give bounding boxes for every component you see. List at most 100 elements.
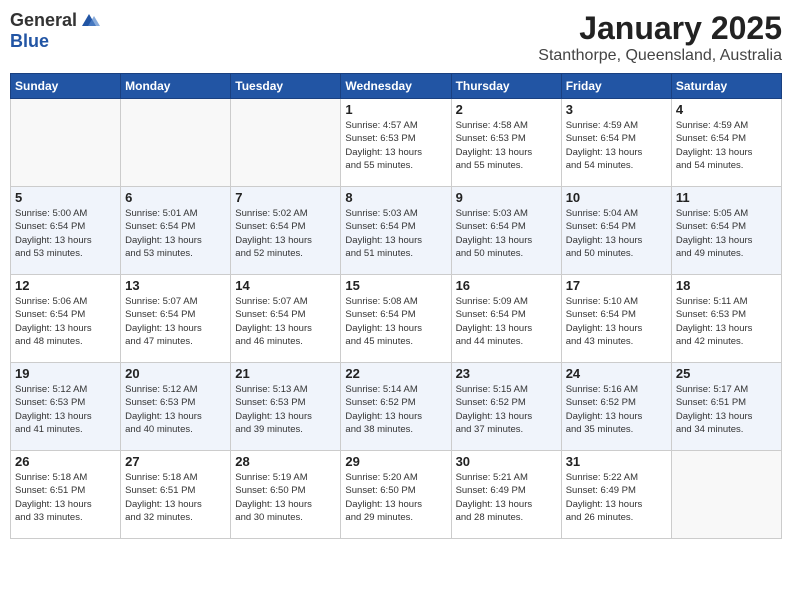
calendar-cell: 9 Sunrise: 5:03 AM Sunset: 6:54 PM Daylig… (451, 187, 561, 275)
calendar-day-header: Friday (561, 74, 671, 99)
day-number: 26 (15, 454, 116, 469)
day-number: 21 (235, 366, 336, 381)
day-info: Sunrise: 5:13 AM Sunset: 6:53 PM Dayligh… (235, 383, 336, 436)
calendar-cell: 5 Sunrise: 5:00 AM Sunset: 6:54 PM Daylig… (11, 187, 121, 275)
day-number: 4 (676, 102, 777, 117)
day-info: Sunrise: 5:17 AM Sunset: 6:51 PM Dayligh… (676, 383, 777, 436)
day-info: Sunrise: 5:12 AM Sunset: 6:53 PM Dayligh… (125, 383, 226, 436)
day-number: 22 (345, 366, 446, 381)
day-number: 5 (15, 190, 116, 205)
calendar-cell: 31Sunrise: 5:22 AM Sunset: 6:49 PM Dayli… (561, 451, 671, 539)
calendar-cell (11, 99, 121, 187)
calendar-cell: 27 Sunrise: 5:18 AM Sunset: 6:51 PM Dayli… (121, 451, 231, 539)
calendar-cell (231, 99, 341, 187)
calendar-cell: 24Sunrise: 5:16 AM Sunset: 6:52 PM Dayli… (561, 363, 671, 451)
title-block: January 2025 Stanthorpe, Queensland, Aus… (538, 10, 782, 65)
day-info: Sunrise: 5:07 AM Sunset: 6:54 PM Dayligh… (125, 295, 226, 348)
day-number: 17 (566, 278, 667, 293)
calendar-table: SundayMondayTuesdayWednesdayThursdayFrid… (10, 73, 782, 539)
calendar-cell: 30 Sunrise: 5:21 AM Sunset: 6:49 PM Dayli… (451, 451, 561, 539)
day-info: Sunrise: 5:06 AM Sunset: 6:54 PM Dayligh… (15, 295, 116, 348)
day-number: 29 (345, 454, 446, 469)
calendar-week-row: 12 Sunrise: 5:06 AM Sunset: 6:54 PM Dayli… (11, 275, 782, 363)
calendar-cell: 4Sunrise: 4:59 AM Sunset: 6:54 PM Daylig… (671, 99, 781, 187)
calendar-cell: 19 Sunrise: 5:12 AM Sunset: 6:53 PM Dayli… (11, 363, 121, 451)
calendar-cell: 3 Sunrise: 4:59 AM Sunset: 6:54 PM Daylig… (561, 99, 671, 187)
calendar-cell: 13 Sunrise: 5:07 AM Sunset: 6:54 PM Dayli… (121, 275, 231, 363)
calendar-day-header: Tuesday (231, 74, 341, 99)
day-info: Sunrise: 5:20 AM Sunset: 6:50 PM Dayligh… (345, 471, 446, 524)
day-number: 12 (15, 278, 116, 293)
day-number: 1 (345, 102, 446, 117)
day-info: Sunrise: 5:05 AM Sunset: 6:54 PM Dayligh… (676, 207, 777, 260)
day-info: Sunrise: 5:04 AM Sunset: 6:54 PM Dayligh… (566, 207, 667, 260)
calendar-cell (671, 451, 781, 539)
day-info: Sunrise: 5:18 AM Sunset: 6:51 PM Dayligh… (125, 471, 226, 524)
day-number: 10 (566, 190, 667, 205)
calendar-cell: 16Sunrise: 5:09 AM Sunset: 6:54 PM Dayli… (451, 275, 561, 363)
day-number: 25 (676, 366, 777, 381)
day-number: 2 (456, 102, 557, 117)
logo-icon (78, 12, 100, 30)
day-info: Sunrise: 5:21 AM Sunset: 6:49 PM Dayligh… (456, 471, 557, 524)
location-title: Stanthorpe, Queensland, Australia (538, 47, 782, 65)
day-info: Sunrise: 5:01 AM Sunset: 6:54 PM Dayligh… (125, 207, 226, 260)
day-number: 30 (456, 454, 557, 469)
calendar-week-row: 5 Sunrise: 5:00 AM Sunset: 6:54 PM Daylig… (11, 187, 782, 275)
calendar-cell: 14Sunrise: 5:07 AM Sunset: 6:54 PM Dayli… (231, 275, 341, 363)
day-info: Sunrise: 5:15 AM Sunset: 6:52 PM Dayligh… (456, 383, 557, 436)
day-info: Sunrise: 5:14 AM Sunset: 6:52 PM Dayligh… (345, 383, 446, 436)
day-info: Sunrise: 5:19 AM Sunset: 6:50 PM Dayligh… (235, 471, 336, 524)
calendar-cell: 29 Sunrise: 5:20 AM Sunset: 6:50 PM Dayli… (341, 451, 451, 539)
day-info: Sunrise: 4:59 AM Sunset: 6:54 PM Dayligh… (566, 119, 667, 172)
day-info: Sunrise: 4:58 AM Sunset: 6:53 PM Dayligh… (456, 119, 557, 172)
calendar-cell: 25 Sunrise: 5:17 AM Sunset: 6:51 PM Dayli… (671, 363, 781, 451)
calendar-cell: 10 Sunrise: 5:04 AM Sunset: 6:54 PM Dayli… (561, 187, 671, 275)
calendar-cell: 6 Sunrise: 5:01 AM Sunset: 6:54 PM Daylig… (121, 187, 231, 275)
calendar-cell: 26 Sunrise: 5:18 AM Sunset: 6:51 PM Dayli… (11, 451, 121, 539)
day-info: Sunrise: 5:02 AM Sunset: 6:54 PM Dayligh… (235, 207, 336, 260)
day-info: Sunrise: 5:18 AM Sunset: 6:51 PM Dayligh… (15, 471, 116, 524)
day-number: 27 (125, 454, 226, 469)
calendar-day-header: Wednesday (341, 74, 451, 99)
calendar-day-header: Thursday (451, 74, 561, 99)
calendar-day-header: Monday (121, 74, 231, 99)
day-number: 3 (566, 102, 667, 117)
day-number: 20 (125, 366, 226, 381)
calendar-cell: 28 Sunrise: 5:19 AM Sunset: 6:50 PM Dayli… (231, 451, 341, 539)
logo: General Blue (10, 10, 101, 52)
day-info: Sunrise: 5:10 AM Sunset: 6:54 PM Dayligh… (566, 295, 667, 348)
day-number: 18 (676, 278, 777, 293)
calendar-cell: 18Sunrise: 5:11 AM Sunset: 6:53 PM Dayli… (671, 275, 781, 363)
day-number: 7 (235, 190, 336, 205)
day-number: 28 (235, 454, 336, 469)
day-info: Sunrise: 5:03 AM Sunset: 6:54 PM Dayligh… (345, 207, 446, 260)
day-info: Sunrise: 5:16 AM Sunset: 6:52 PM Dayligh… (566, 383, 667, 436)
logo-general: General (10, 10, 77, 31)
calendar-day-header: Saturday (671, 74, 781, 99)
day-info: Sunrise: 5:09 AM Sunset: 6:54 PM Dayligh… (456, 295, 557, 348)
calendar-header-row: SundayMondayTuesdayWednesdayThursdayFrid… (11, 74, 782, 99)
day-info: Sunrise: 5:03 AM Sunset: 6:54 PM Dayligh… (456, 207, 557, 260)
day-number: 6 (125, 190, 226, 205)
month-title: January 2025 (538, 10, 782, 47)
page-header: General Blue January 2025 Stanthorpe, Qu… (10, 10, 782, 65)
calendar-cell: 7 Sunrise: 5:02 AM Sunset: 6:54 PM Daylig… (231, 187, 341, 275)
day-info: Sunrise: 5:00 AM Sunset: 6:54 PM Dayligh… (15, 207, 116, 260)
calendar-cell: 1 Sunrise: 4:57 AM Sunset: 6:53 PM Daylig… (341, 99, 451, 187)
calendar-week-row: 26 Sunrise: 5:18 AM Sunset: 6:51 PM Dayli… (11, 451, 782, 539)
day-number: 13 (125, 278, 226, 293)
logo-blue: Blue (10, 31, 49, 51)
calendar-cell: 23Sunrise: 5:15 AM Sunset: 6:52 PM Dayli… (451, 363, 561, 451)
calendar-cell: 20 Sunrise: 5:12 AM Sunset: 6:53 PM Dayli… (121, 363, 231, 451)
day-number: 9 (456, 190, 557, 205)
day-info: Sunrise: 5:07 AM Sunset: 6:54 PM Dayligh… (235, 295, 336, 348)
day-number: 19 (15, 366, 116, 381)
calendar-cell: 15Sunrise: 5:08 AM Sunset: 6:54 PM Dayli… (341, 275, 451, 363)
calendar-cell: 17 Sunrise: 5:10 AM Sunset: 6:54 PM Dayli… (561, 275, 671, 363)
calendar-cell: 22 Sunrise: 5:14 AM Sunset: 6:52 PM Dayli… (341, 363, 451, 451)
day-number: 11 (676, 190, 777, 205)
day-info: Sunrise: 4:57 AM Sunset: 6:53 PM Dayligh… (345, 119, 446, 172)
calendar-cell: 12 Sunrise: 5:06 AM Sunset: 6:54 PM Dayli… (11, 275, 121, 363)
day-info: Sunrise: 5:12 AM Sunset: 6:53 PM Dayligh… (15, 383, 116, 436)
